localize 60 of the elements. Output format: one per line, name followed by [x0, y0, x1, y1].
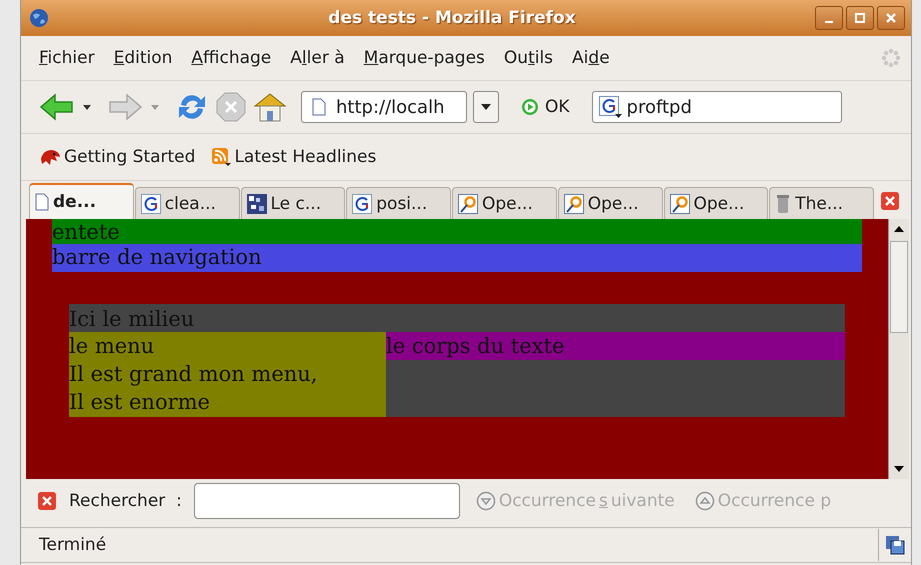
maximize-button[interactable] — [846, 6, 874, 30]
minimize-icon — [825, 21, 833, 23]
menu-item[interactable]: Affichage — [191, 48, 272, 68]
menu-text: Il est enorme — [69, 389, 211, 416]
letter-g-icon — [352, 194, 372, 214]
browser-tab[interactable]: Ope... — [452, 187, 557, 219]
vertical-scrollbar[interactable] — [888, 219, 909, 479]
dropdown-arrow-icon[interactable] — [83, 104, 91, 110]
trash-can-icon — [775, 194, 792, 214]
menu-item[interactable]: Fichier — [39, 48, 95, 68]
bookmark-link[interactable]: Latest Headlines — [211, 147, 376, 167]
close-find-icon[interactable] — [37, 491, 57, 511]
menu-item[interactable]: Outils — [504, 48, 554, 68]
browser-tab[interactable]: Ope... — [664, 187, 768, 219]
globe-icon — [29, 8, 49, 28]
maximize-icon — [854, 12, 866, 24]
find-field[interactable] — [194, 483, 460, 519]
browser-tab[interactable]: posi... — [346, 187, 451, 219]
browser-tab[interactable]: de... — [29, 183, 134, 219]
search-engine-icon — [598, 96, 623, 118]
close-icon — [885, 12, 897, 24]
magnifier-icon — [564, 194, 584, 214]
url-field[interactable]: http://localh — [301, 91, 467, 123]
body-text: le corps du texte — [386, 334, 564, 358]
bookmark-link[interactable]: Getting Started — [39, 147, 196, 167]
menu-text: Il est grand mon menu, — [69, 361, 318, 388]
throbber-icon — [881, 48, 901, 68]
caret-icon — [481, 104, 491, 110]
minimize-button[interactable] — [815, 6, 843, 30]
page-icon — [312, 98, 326, 116]
play-icon — [521, 98, 539, 116]
navigation-text: barre de navigation — [52, 245, 262, 269]
status-text: Terminé — [38, 535, 108, 555]
menu-item[interactable]: Marque-pages — [364, 48, 485, 68]
browser-tab[interactable]: Ope... — [558, 187, 662, 219]
magnifier-icon — [670, 194, 690, 214]
window-title: des tests - Mozilla Firefox — [327, 8, 577, 28]
browser-tab[interactable]: Le c... — [240, 187, 346, 219]
find-label: Rechercher : — [69, 491, 182, 511]
menu-item[interactable]: Edition — [114, 48, 172, 68]
page-icon — [35, 193, 49, 211]
header-text: entete — [52, 220, 120, 244]
url-dropdown-button[interactable] — [473, 91, 499, 123]
dragon-icon — [39, 147, 61, 167]
menu-item[interactable]: Aller à — [290, 48, 345, 68]
close-button[interactable] — [877, 6, 905, 30]
stop-icon[interactable] — [215, 91, 247, 123]
browser-tab[interactable]: clea... — [134, 187, 240, 219]
close-icon — [881, 192, 899, 210]
go-button[interactable]: OK — [513, 97, 578, 117]
search-field[interactable]: proftpd — [592, 91, 842, 123]
menu-item[interactable]: Aide — [572, 48, 610, 68]
browser-tab[interactable]: The... — [769, 187, 874, 219]
magnifier-icon — [458, 194, 478, 214]
mosaic-icon — [246, 194, 266, 214]
feed-icon — [211, 147, 232, 167]
letter-g-icon — [140, 194, 161, 214]
back-icon[interactable] — [39, 92, 75, 122]
menu-text: le menu — [69, 333, 156, 360]
home-icon[interactable] — [253, 91, 287, 123]
